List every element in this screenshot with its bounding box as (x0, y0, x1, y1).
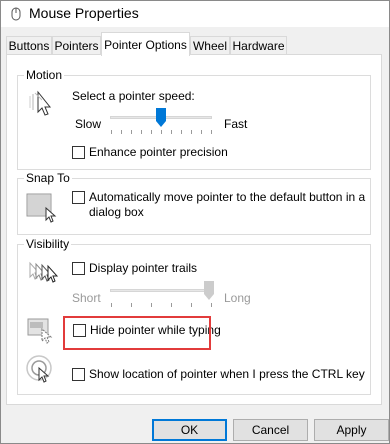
auto-move-pointer-label-line2[interactable]: dialog box (89, 205, 144, 219)
ctrl-show-location-checkbox[interactable] (72, 368, 85, 381)
apply-button[interactable]: Apply (314, 419, 389, 441)
ctrl-show-location-label[interactable]: Show location of pointer when I press th… (89, 367, 365, 381)
pointer-speed-thumb[interactable] (156, 108, 166, 127)
window-title: Mouse Properties (29, 5, 139, 21)
tab-pointers[interactable]: Pointers (52, 36, 101, 55)
tab-buttons[interactable]: Buttons (6, 36, 52, 55)
pointer-trails-label[interactable]: Display pointer trails (89, 261, 197, 275)
slow-label: Slow (75, 117, 102, 131)
enhance-precision-label[interactable]: Enhance pointer precision (89, 145, 228, 159)
cancel-button[interactable]: Cancel (233, 419, 308, 441)
pointer-trails-icon (29, 261, 59, 283)
pointer-speed-icon (29, 90, 52, 116)
tab-wheel[interactable]: Wheel (190, 36, 230, 55)
pointer-trail-length-thumb[interactable] (204, 281, 214, 300)
short-label: Short (72, 291, 101, 305)
ctrl-locate-icon (26, 355, 52, 383)
tab-hardware[interactable]: Hardware (230, 36, 287, 55)
pointer-options-panel: Motion Select a pointer speed: Slow Fast (6, 54, 382, 405)
highlight-box (63, 316, 211, 350)
title-bar: Mouse Properties (1, 1, 389, 27)
fast-label: Fast (224, 117, 248, 131)
long-label: Long (224, 291, 251, 305)
mouse-properties-window: Mouse Properties Buttons Pointers Pointe… (0, 0, 390, 444)
pointer-trail-length-slider[interactable] (108, 281, 214, 311)
pointer-trails-checkbox[interactable] (72, 262, 85, 275)
visibility-group-title: Visibility (24, 237, 72, 251)
auto-move-pointer-checkbox[interactable] (72, 191, 85, 204)
enhance-precision-checkbox[interactable] (72, 146, 85, 159)
snap-to-icon (26, 193, 57, 223)
motion-group-title: Motion (24, 68, 65, 82)
ok-button[interactable]: OK (152, 419, 227, 441)
snap-to-group: Snap To Automatically move pointer to th… (17, 171, 371, 235)
hide-pointer-icon (27, 318, 53, 344)
tab-strip: Buttons Pointers Pointer Options Wheel H… (1, 27, 389, 56)
pointer-speed-slider[interactable] (108, 108, 214, 138)
tab-pointer-options[interactable]: Pointer Options (101, 32, 190, 56)
motion-group: Motion Select a pointer speed: Slow Fast (17, 68, 371, 170)
auto-move-pointer-label-line1[interactable]: Automatically move pointer to the defaul… (89, 190, 365, 204)
mouse-icon (11, 7, 21, 21)
pointer-speed-label: Select a pointer speed: (72, 89, 195, 103)
snap-to-group-title: Snap To (24, 171, 72, 185)
